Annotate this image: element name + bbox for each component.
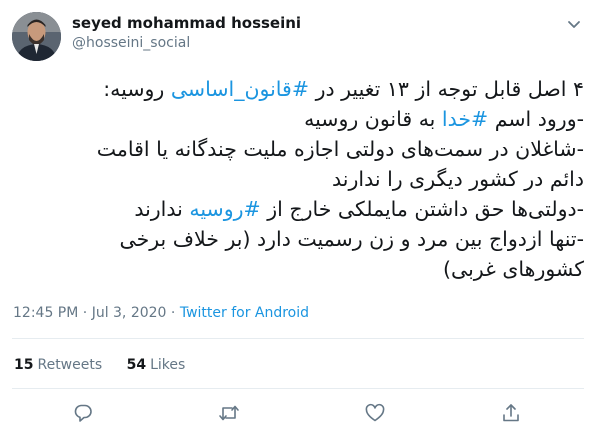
- retweets-stat[interactable]: 15 Retweets: [14, 357, 102, 373]
- author-handle[interactable]: @hosseini_social: [72, 35, 190, 51]
- tweet-text-segment: کشورهای غربی): [443, 257, 584, 281]
- tweet-text-segment: ندارند: [134, 197, 190, 221]
- avatar-image: [12, 12, 61, 61]
- tweet-text-segment: دائم در کشور دیگری را ندارند: [332, 167, 584, 191]
- heart-icon[interactable]: [364, 402, 386, 424]
- likes-stat[interactable]: 54 Likes: [127, 357, 186, 373]
- tweet-line: دائم در کشور دیگری را ندارند: [12, 164, 584, 194]
- hashtag-link[interactable]: #قانون_اساسی: [171, 77, 309, 101]
- retweets-count: 15: [14, 357, 34, 373]
- tweet-text: ۴ اصل قابل توجه از ۱۳ تغییر در #قانون_اس…: [12, 74, 584, 284]
- tweet-text-segment: ۴ اصل قابل توجه از ۱۳ تغییر در: [309, 77, 584, 101]
- avatar[interactable]: [12, 12, 61, 61]
- tweet-text-segment: -تنها ازدواج بین مرد و زن رسمیت دارد (بر…: [119, 227, 584, 251]
- meta-separator: ·: [82, 305, 88, 321]
- tweet-source-link[interactable]: Twitter for Android: [180, 305, 309, 321]
- tweet-text-segment: روسیه:: [103, 77, 171, 101]
- likes-label: Likes: [150, 357, 186, 373]
- hashtag-link[interactable]: #خدا: [442, 107, 488, 131]
- divider: [12, 388, 584, 389]
- tweet-stats: 15 Retweets 54 Likes: [14, 357, 205, 373]
- meta-separator: ·: [170, 305, 176, 321]
- tweet-line: -شاغلان در سمت‌های دولتی اجازه ملیت چندگ…: [12, 134, 584, 164]
- tweet-line: -تنها ازدواج بین مرد و زن رسمیت دارد (بر…: [12, 224, 584, 254]
- tweet-line: ۴ اصل قابل توجه از ۱۳ تغییر در #قانون_اس…: [12, 74, 584, 104]
- retweet-icon[interactable]: [218, 402, 240, 424]
- tweet-line: کشورهای غربی): [12, 254, 584, 284]
- tweet-time[interactable]: 12:45 PM: [13, 305, 78, 321]
- tweet-date[interactable]: Jul 3, 2020: [92, 305, 167, 321]
- tweet-text-segment: -شاغلان در سمت‌های دولتی اجازه ملیت چندگ…: [96, 137, 584, 161]
- chevron-down-icon[interactable]: [564, 14, 584, 34]
- tweet-line: -ورود اسم #خدا به قانون روسیه: [12, 104, 584, 134]
- tweet-text-segment: -ورود اسم: [488, 107, 584, 131]
- hashtag-link[interactable]: #روسیه: [189, 197, 260, 221]
- retweets-label: Retweets: [37, 357, 103, 373]
- tweet-text-segment: به قانون روسیه: [304, 107, 442, 131]
- author-display-name[interactable]: seyed mohammad hosseini: [72, 14, 301, 32]
- likes-count: 54: [126, 357, 147, 373]
- divider: [12, 338, 584, 339]
- tweet-line: -دولتی‌ها حق داشتن مایملکی خارج از #روسی…: [12, 194, 584, 224]
- tweet-text-segment: -دولتی‌ها حق داشتن مایملکی خارج از: [260, 197, 584, 221]
- tweet-meta: 12:45 PM · Jul 3, 2020 · Twitter for And…: [13, 305, 309, 321]
- reply-icon[interactable]: [72, 402, 94, 424]
- tweet-actions: [0, 400, 596, 426]
- share-icon[interactable]: [500, 402, 522, 424]
